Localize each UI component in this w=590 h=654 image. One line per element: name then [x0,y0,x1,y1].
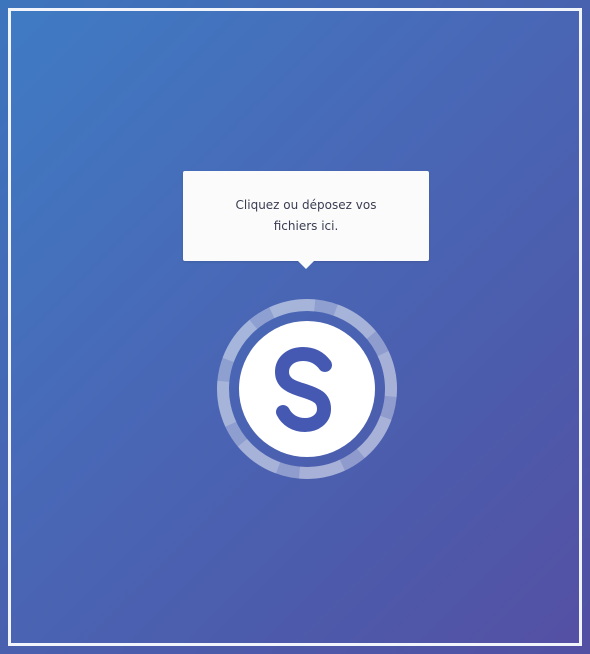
upload-tooltip: Cliquez ou déposez vos fichiers ici. [183,171,429,269]
s-logo-icon [239,321,375,457]
upload-button[interactable] [217,299,397,479]
upload-frame: Cliquez ou déposez vos fichiers ici. [8,8,582,646]
upload-tooltip-text: Cliquez ou déposez vos fichiers ici. [235,198,377,233]
s-letter-icon [274,346,332,433]
file-drop-zone[interactable]: Cliquez ou déposez vos fichiers ici. [11,11,579,643]
tooltip-arrow [298,261,314,269]
